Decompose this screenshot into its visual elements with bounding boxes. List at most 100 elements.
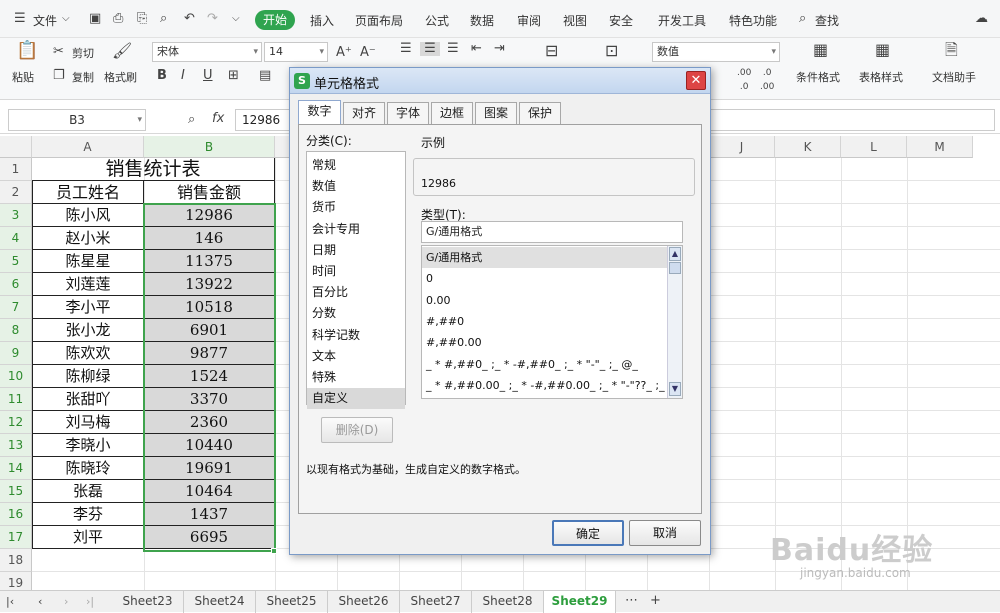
indent-decrease-icon[interactable]: ⇤ (471, 42, 482, 56)
table-cell-name[interactable]: 赵小米 (32, 227, 144, 250)
underline-icon[interactable]: U (203, 69, 213, 83)
copy-button[interactable]: 复制 (72, 69, 94, 85)
column-header-j[interactable]: J (709, 136, 775, 158)
type-item[interactable]: #,##0.00 (422, 332, 668, 353)
column-header-a[interactable]: A (32, 136, 144, 158)
row-header-5[interactable]: 5 (0, 250, 32, 273)
type-list[interactable]: _ * #,##0.00_ ;_ * -#,##0.00_ ;_ * "-"??… (421, 245, 683, 399)
table-cell-name[interactable]: 刘平 (32, 526, 144, 549)
search-icon[interactable]: ⌕ (799, 12, 806, 26)
column-header-m[interactable]: M (907, 136, 973, 158)
scroll-thumb[interactable] (669, 262, 681, 274)
row-header-12[interactable]: 12 (0, 411, 32, 434)
redo-icon[interactable]: ↷ (207, 12, 218, 26)
menu-features[interactable]: 特色功能 (729, 12, 777, 29)
tab-start[interactable]: 开始 (255, 10, 295, 30)
table-cell-name[interactable]: 陈晓玲 (32, 457, 144, 480)
table-cell-name[interactable]: 张甜吖 (32, 388, 144, 411)
indent-increase-icon[interactable]: ⇥ (494, 42, 505, 56)
tab-protect[interactable]: 保护 (519, 102, 561, 124)
number-format-select[interactable]: 数值 ▾ (652, 42, 780, 62)
print-icon[interactable]: ⎘ (137, 12, 147, 26)
menu-insert[interactable]: 插入 (310, 12, 334, 29)
doc-helper-icon[interactable]: 🗎 (945, 42, 958, 58)
hamburger-icon[interactable]: ☰ (14, 12, 26, 26)
table-cell-amount[interactable]: 3370 (144, 388, 275, 411)
zoom-icon[interactable]: ⌕ (188, 113, 195, 127)
table-cell-name[interactable]: 陈小风 (32, 204, 144, 227)
table-cell-amount[interactable]: 10440 (144, 434, 275, 457)
sheet-tab-sheet25[interactable]: Sheet25 (256, 591, 328, 613)
cancel-button[interactable]: 取消 (629, 520, 701, 546)
table-cell-amount[interactable]: 13922 (144, 273, 275, 296)
name-box[interactable]: B3 ▾ (8, 109, 146, 131)
sheet-tab-sheet24[interactable]: Sheet24 (184, 591, 256, 613)
table-cell-amount[interactable]: 19691 (144, 457, 275, 480)
category-item[interactable]: 时间 (307, 261, 405, 282)
row-header-2[interactable]: 2 (0, 181, 32, 204)
sheet-tab-sheet27[interactable]: Sheet27 (400, 591, 472, 613)
table-cell-amount[interactable]: 2360 (144, 411, 275, 434)
format-painter-icon[interactable]: 🖌 (112, 43, 132, 59)
row-header-16[interactable]: 16 (0, 503, 32, 526)
type-item[interactable]: 0 (422, 268, 668, 289)
font-size-select[interactable]: 14 ▾ (264, 42, 328, 62)
type-list-scrollbar[interactable]: ▲ ▼ (667, 246, 682, 398)
table-cell-amount[interactable]: 1437 (144, 503, 275, 526)
scissors-icon[interactable]: ✂ (53, 45, 64, 59)
menu-page-layout[interactable]: 页面布局 (355, 12, 403, 29)
menu-developer[interactable]: 开发工具 (658, 12, 706, 29)
table-style-icon[interactable]: ▦ (875, 42, 890, 58)
font-grow-icon[interactable]: A⁺ (336, 46, 352, 60)
table-cell-name[interactable]: 张磊 (32, 480, 144, 503)
next-sheet-icon[interactable]: › (64, 595, 68, 609)
save-icon[interactable]: ▣ (89, 12, 101, 26)
table-cell-amount[interactable]: 146 (144, 227, 275, 250)
font-shrink-icon[interactable]: A⁻ (360, 46, 376, 60)
menu-review[interactable]: 审阅 (517, 12, 541, 29)
type-item[interactable]: G/通用格式 (422, 247, 668, 268)
find-icon[interactable]: ⌕ (160, 12, 167, 26)
tab-number[interactable]: 数字 (298, 100, 341, 125)
table-cell-name[interactable]: 李晓小 (32, 434, 144, 457)
tab-border[interactable]: 边框 (431, 102, 473, 124)
category-item[interactable]: 自定义 (307, 388, 405, 410)
table-cell-name[interactable]: 李芬 (32, 503, 144, 526)
column-header-b[interactable]: B (144, 136, 275, 158)
category-item[interactable]: 常规 (307, 155, 405, 176)
row-header-11[interactable]: 11 (0, 388, 32, 411)
wrap-text-icon[interactable]: ⊡ (605, 43, 618, 59)
sheet-tab-sheet26[interactable]: Sheet26 (328, 591, 400, 613)
table-cell-name[interactable]: 李小平 (32, 296, 144, 319)
last-sheet-icon[interactable]: ›| (86, 595, 94, 609)
fx-icon[interactable]: fx (212, 112, 224, 126)
chevron-down-icon[interactable]: ⌵ (62, 12, 70, 26)
category-item[interactable]: 科学记数 (307, 325, 405, 346)
type-input[interactable]: G/通用格式 (421, 221, 683, 243)
scroll-up-icon[interactable]: ▲ (669, 247, 681, 261)
category-item[interactable]: 分数 (307, 303, 405, 324)
close-icon[interactable]: ✕ (686, 71, 706, 90)
conditional-format-button[interactable]: 条件格式 (796, 69, 840, 85)
table-cell-amount[interactable]: 6901 (144, 319, 275, 342)
border-icon[interactable]: ⊞ (228, 69, 239, 83)
table-cell-name[interactable]: 陈欢欢 (32, 342, 144, 365)
type-item[interactable]: _ * #,##0.00_ ;_ * -#,##0.00_ ;_ * "-"??… (422, 375, 668, 396)
tab-font[interactable]: 字体 (387, 102, 429, 124)
cloud-icon[interactable]: ☁ (975, 12, 988, 26)
type-item[interactable]: _ * #,##0_ ;_ * -#,##0_ ;_ * "-"_ ;_ @_ (422, 354, 668, 375)
sheet-tab-sheet23[interactable]: Sheet23 (112, 591, 184, 613)
dialog-titlebar[interactable]: S 单元格格式 ✕ (290, 68, 710, 94)
table-cell-name[interactable]: 陈柳绿 (32, 365, 144, 388)
select-all-corner[interactable] (0, 136, 32, 158)
fill-handle[interactable] (271, 548, 277, 554)
category-item[interactable]: 文本 (307, 346, 405, 367)
fill-color-icon[interactable]: ▤ (259, 69, 271, 83)
format-painter-button[interactable]: 格式刷 (104, 69, 137, 85)
column-header-l[interactable]: L (841, 136, 907, 158)
undo-icon[interactable]: ↶ (184, 12, 195, 26)
conditional-format-icon[interactable]: ▦ (813, 42, 828, 58)
tab-pattern[interactable]: 图案 (475, 102, 517, 124)
increase-decimal-icon[interactable]: .00.0 (737, 66, 751, 94)
category-item[interactable]: 货币 (307, 197, 405, 218)
